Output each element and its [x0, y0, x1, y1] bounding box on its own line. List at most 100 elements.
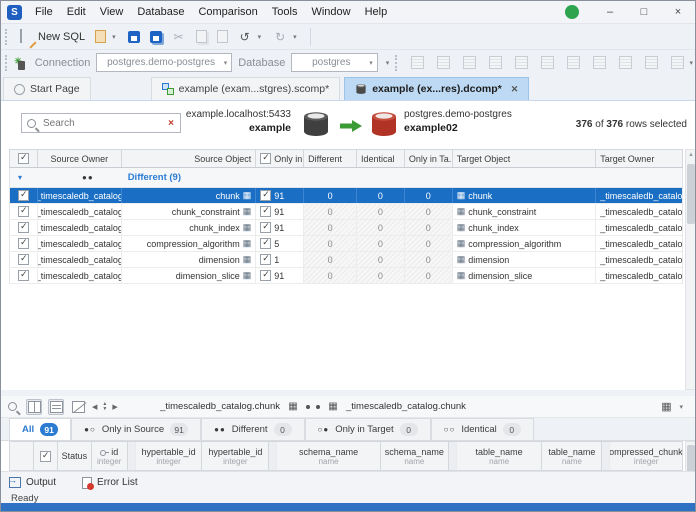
open-button[interactable]: ▾ — [90, 28, 123, 45]
toolbar-drag-handle[interactable] — [395, 54, 399, 71]
checkbox-icon[interactable] — [260, 253, 272, 265]
output-tab[interactable]: Output — [8, 475, 56, 488]
search-input[interactable] — [41, 116, 163, 130]
toggle-diff-button[interactable] — [70, 399, 86, 415]
group-row-different[interactable]: ▾ ●● Different (9) — [9, 168, 683, 188]
paste-button[interactable] — [212, 28, 233, 45]
menu-view[interactable]: View — [93, 3, 131, 21]
result-tab-different[interactable]: ●● Different 0 — [201, 418, 305, 440]
checkbox-icon[interactable] — [260, 237, 272, 249]
checkbox-icon[interactable] — [260, 189, 272, 201]
next-diff-icon[interactable]: ▶ — [109, 403, 120, 411]
new-connection-icon[interactable]: ✳ — [14, 56, 25, 70]
compressed-chunk-header[interactable]: compressed_chunk_integer — [610, 442, 682, 470]
format-document-icon[interactable] — [592, 56, 606, 69]
schema-name-source-header[interactable]: schema_name name — [277, 442, 381, 470]
menu-window[interactable]: Window — [304, 3, 357, 21]
table-name-target-header[interactable]: table_name name — [542, 442, 603, 470]
collapse-chevron-icon[interactable]: ▾ — [18, 173, 22, 182]
up-down-icon[interactable]: ▲ ▼ — [100, 401, 109, 412]
only-in-source-cell[interactable]: 91 — [256, 204, 305, 219]
object-grid-row[interactable]: _timescaledb_catalogchunk_constraint▦910… — [9, 204, 683, 220]
view-mode-dropdown[interactable]: ▾ — [679, 403, 683, 411]
object-grid-row[interactable]: _timescaledb_catalogchunk_index▦91000▦ch… — [9, 220, 683, 236]
tab-schema-compare[interactable]: example (exam...stgres).scomp* — [150, 77, 341, 100]
indent-decrease-icon[interactable] — [514, 56, 528, 69]
hypertable-id-target-header[interactable]: hypertable_id integer — [202, 442, 270, 470]
target-owner-header[interactable]: Target Owner — [596, 150, 682, 167]
result-tab-only-in-target[interactable]: ○● Only in Target 0 — [304, 418, 431, 440]
id-header[interactable]: id integer — [92, 442, 128, 470]
document-outline-icon[interactable] — [462, 56, 476, 69]
menu-help[interactable]: Help — [358, 3, 395, 21]
result-tab-only-in-source[interactable]: ●○ Only in Source 91 — [71, 418, 202, 440]
database-select[interactable]: postgres ▾ — [291, 53, 378, 72]
row-checkbox[interactable] — [10, 188, 38, 203]
target-object-header[interactable]: Target Object — [453, 150, 597, 167]
sort-az-icon[interactable] — [488, 56, 502, 69]
toolbar-drag-handle[interactable] — [5, 28, 10, 45]
search-box[interactable]: × — [21, 113, 181, 133]
object-grid-row[interactable]: _timescaledb_catalogcompression_algorith… — [9, 236, 683, 252]
status-header[interactable]: Status — [58, 442, 92, 470]
identical-header[interactable]: Identical — [357, 150, 405, 167]
menu-tools[interactable]: Tools — [265, 3, 305, 21]
tab-start-page[interactable]: Start Page — [3, 77, 91, 100]
row-checkbox[interactable] — [10, 268, 38, 283]
bookmark-prev-icon[interactable] — [644, 56, 658, 69]
different-header[interactable]: Different — [304, 150, 357, 167]
align-left-icon[interactable] — [566, 56, 580, 69]
connection-select[interactable]: postgres.demo-postgres ▾ — [96, 53, 233, 72]
menu-comparison[interactable]: Comparison — [191, 3, 264, 21]
error-list-tab[interactable]: Error List — [82, 476, 138, 490]
object-grid-scrollbar[interactable]: ▲ — [685, 149, 695, 390]
checkbox-icon[interactable] — [260, 269, 272, 281]
checkbox-icon[interactable] — [260, 221, 272, 233]
select-all-checkbox[interactable] — [10, 150, 38, 167]
only-in-target-header[interactable]: Only in Ta... — [405, 150, 453, 167]
result-tab-all[interactable]: All 91 — [9, 418, 72, 440]
bookmark-next-icon[interactable] — [670, 56, 684, 69]
minimize-button[interactable]: – — [593, 1, 627, 23]
only-in-source-cell[interactable]: 91 — [256, 188, 305, 203]
source-object-header[interactable]: Source Object — [122, 150, 257, 167]
hypertable-id-source-header[interactable]: hypertable_id integer — [136, 442, 203, 470]
layout-split-button[interactable] — [26, 398, 42, 415]
select-all-checkbox[interactable] — [34, 442, 58, 470]
only-in-source-cell[interactable]: 91 — [256, 268, 305, 283]
only-in-source-header[interactable]: Only in Sou — [256, 150, 305, 167]
undo-button[interactable]: ↺ ▾ — [233, 28, 269, 46]
source-owner-header[interactable]: Source Owner — [38, 150, 122, 167]
table-name-source-header[interactable]: table_name name — [457, 442, 543, 470]
redo-button[interactable]: ↻ ▾ — [268, 28, 304, 46]
toolbar-overflow-icon[interactable]: ▾ — [690, 59, 694, 67]
scroll-up-icon[interactable]: ▲ — [686, 152, 695, 158]
object-grid-row[interactable]: _timescaledb_catalogdimension_slice▦9100… — [9, 268, 683, 284]
object-grid-row[interactable]: _timescaledb_catalogchunk▦91000▦chunk_ti… — [9, 188, 683, 204]
prev-diff-icon[interactable]: ◀ — [89, 403, 100, 411]
only-in-source-cell[interactable]: 91 — [256, 220, 305, 235]
cut-button[interactable]: ✂ — [167, 28, 191, 46]
copy-button[interactable] — [191, 28, 212, 45]
only-in-source-cell[interactable]: 1 — [256, 252, 305, 267]
only-in-source-cell[interactable]: 5 — [256, 236, 305, 251]
menu-edit[interactable]: Edit — [60, 3, 93, 21]
row-checkbox[interactable] — [10, 252, 38, 267]
find-record-button[interactable] — [4, 399, 20, 415]
object-grid-row[interactable]: _timescaledb_catalogdimension▦1000▦dimen… — [9, 252, 683, 268]
maximize-button[interactable]: □ — [627, 1, 661, 23]
user-avatar[interactable] — [565, 5, 579, 19]
row-checkbox[interactable] — [10, 204, 38, 219]
save-all-button[interactable] — [145, 29, 167, 45]
bookmark-icon[interactable] — [618, 56, 632, 69]
tab-data-compare[interactable]: example (ex...res).dcomp* ✕ — [344, 77, 530, 100]
search-clear-icon[interactable]: × — [162, 118, 180, 129]
scrollbar-thumb[interactable] — [687, 164, 695, 224]
checkbox-icon[interactable] — [260, 205, 272, 217]
schema-name-target-header[interactable]: schema_name name — [381, 442, 449, 470]
toolbar-overflow-icon[interactable]: ▾ — [386, 59, 390, 67]
show-rows-button[interactable] — [48, 398, 64, 415]
result-tab-identical[interactable]: ○○ Identical 0 — [430, 418, 534, 440]
close-button[interactable]: × — [661, 1, 695, 23]
row-checkbox[interactable] — [10, 220, 38, 235]
